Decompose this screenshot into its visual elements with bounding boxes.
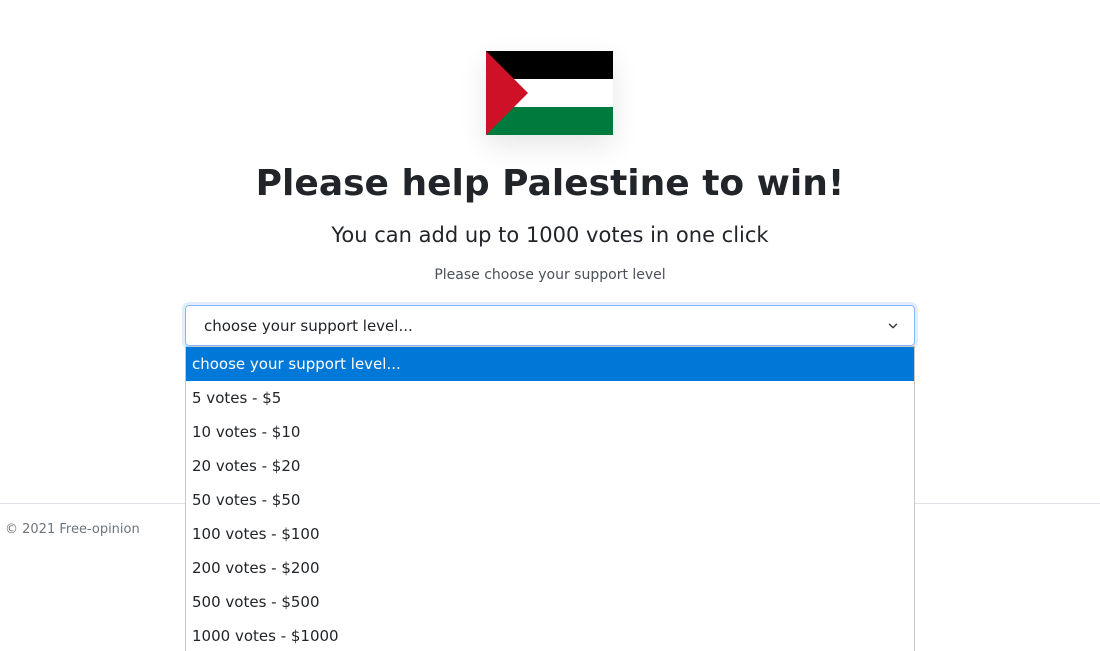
flag-triangle-red — [486, 51, 528, 135]
dropdown-option[interactable]: choose your support level... — [186, 347, 914, 381]
copyright-text: © 2021 Free-opinion — [5, 522, 140, 537]
page-title: Please help Palestine to win! — [255, 163, 845, 204]
dropdown-option[interactable]: 10 votes - $10 — [186, 415, 914, 449]
dropdown-option[interactable]: 100 votes - $100 — [186, 517, 914, 551]
page-subtitle: You can add up to 1000 votes in one clic… — [331, 223, 769, 247]
support-level-selected-value: choose your support level... — [204, 317, 413, 335]
dropdown-option[interactable]: 20 votes - $20 — [186, 449, 914, 483]
palestine-flag-icon — [486, 51, 613, 135]
dropdown-option[interactable]: 1000 votes - $1000 — [186, 619, 914, 651]
dropdown-option[interactable]: 500 votes - $500 — [186, 585, 914, 619]
support-level-dropdown-list: choose your support level... 5 votes - $… — [185, 346, 915, 651]
page: Please help Palestine to win! You can ad… — [0, 0, 1100, 651]
dropdown-option[interactable]: 50 votes - $50 — [186, 483, 914, 517]
support-level-hint: Please choose your support level — [434, 267, 666, 283]
support-level-select[interactable]: choose your support level... — [185, 305, 915, 346]
chevron-down-icon — [888, 323, 898, 329]
dropdown-option[interactable]: 5 votes - $5 — [186, 381, 914, 415]
dropdown-option[interactable]: 200 votes - $200 — [186, 551, 914, 585]
